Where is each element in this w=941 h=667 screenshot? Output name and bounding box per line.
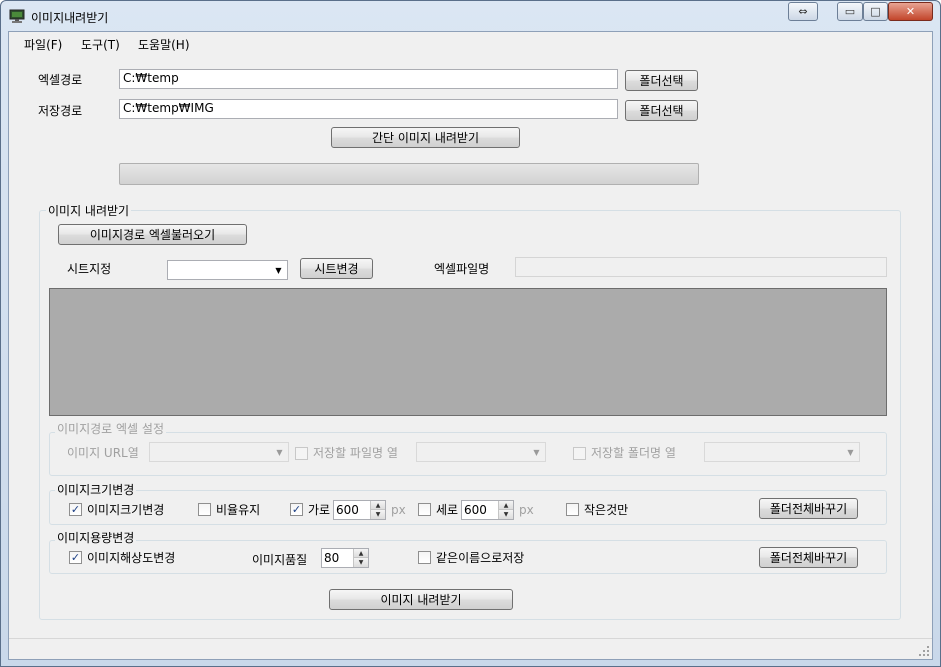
spin-up-icon[interactable]: ▲ [498, 501, 513, 510]
progress-bar [119, 163, 699, 185]
menu-bar: 파일(F) 도구(T) 도움말(H) [9, 32, 932, 54]
excel-filename-label: 엑셀파일명 [434, 262, 490, 276]
resize-group-title: 이미지크기변경 [55, 481, 137, 498]
same-name-checkbox[interactable] [418, 551, 431, 564]
title-bar[interactable]: 이미지내려받기 ⇔ ▭ □ ✕ [1, 1, 940, 31]
data-grid[interactable] [49, 288, 887, 416]
restore-wide-button[interactable]: ⇔ [788, 2, 818, 21]
filename-col-label: 저장할 파일명 열 [313, 446, 398, 460]
folder-col-select[interactable]: ▼ [704, 442, 860, 462]
save-path-input[interactable]: C:₩temp₩IMG [119, 99, 618, 119]
resize-grip-icon[interactable] [918, 645, 930, 657]
height-px-unit: px [519, 503, 534, 517]
download-button[interactable]: 이미지 내려받기 [329, 589, 513, 610]
url-col-select[interactable]: ▼ [149, 442, 289, 462]
same-name-label: 같은이름으로저장 [436, 551, 525, 565]
resolution-checkbox[interactable]: ✓ [69, 551, 82, 564]
menu-help[interactable]: 도움말(H) [138, 36, 190, 53]
sheet-select[interactable]: ▼ [167, 260, 288, 280]
width-value: 600 [336, 503, 359, 517]
resolution-label: 이미지해상도변경 [87, 551, 176, 565]
keep-ratio-label: 비율유지 [216, 503, 261, 517]
download-group-title: 이미지 내려받기 [46, 202, 132, 219]
load-excel-button[interactable]: 이미지경로 엑셀불러오기 [58, 224, 247, 245]
chevron-down-icon: ▼ [275, 265, 282, 275]
height-label: 세로 [436, 503, 459, 517]
quality-folder-all-button[interactable]: 폴더전체바꾸기 [759, 547, 858, 568]
minimize-button[interactable]: ▭ [837, 2, 863, 21]
height-value: 600 [464, 503, 487, 517]
app-icon [9, 9, 25, 23]
resize-label: 이미지크기변경 [87, 503, 165, 517]
spin-up-icon[interactable]: ▲ [353, 549, 368, 558]
excel-settings-title: 이미지경로 엑셀 설정 [55, 420, 166, 437]
width-stepper[interactable]: 600 ▲ ▼ [333, 500, 386, 520]
height-stepper[interactable]: 600 ▲ ▼ [461, 500, 514, 520]
url-col-label: 이미지 URL열 [67, 446, 139, 460]
filename-col-checkbox[interactable] [295, 447, 308, 460]
sheet-label: 시트지정 [67, 262, 112, 276]
excel-filename-field [515, 257, 887, 277]
spin-down-icon[interactable]: ▼ [370, 510, 385, 519]
spin-up-icon[interactable]: ▲ [370, 501, 385, 510]
excel-folder-select-button[interactable]: 폴더선택 [625, 70, 698, 91]
keep-ratio-checkbox[interactable] [198, 503, 211, 516]
excel-path-input[interactable]: C:₩temp [119, 69, 618, 89]
menu-file[interactable]: 파일(F) [24, 36, 62, 53]
close-button[interactable]: ✕ [888, 2, 933, 21]
client-area: 파일(F) 도구(T) 도움말(H) 엑셀경로 C:₩temp 폴더선택 저장경… [8, 31, 933, 660]
height-checkbox[interactable] [418, 503, 431, 516]
chevron-down-icon: ▼ [533, 447, 540, 457]
menu-tools[interactable]: 도구(T) [81, 36, 120, 53]
spin-down-icon[interactable]: ▼ [353, 558, 368, 567]
resize-checkbox[interactable]: ✓ [69, 503, 82, 516]
status-bar [9, 638, 932, 659]
app-window: 이미지내려받기 ⇔ ▭ □ ✕ 파일(F) 도구(T) 도움말(H) 엑셀경로 … [0, 0, 941, 667]
folder-col-checkbox[interactable] [573, 447, 586, 460]
width-px-unit: px [391, 503, 406, 517]
folder-col-label: 저장할 폴더명 열 [591, 446, 676, 460]
chevron-down-icon: ▼ [276, 447, 283, 457]
maximize-button[interactable]: □ [863, 2, 888, 21]
simple-download-button[interactable]: 간단 이미지 내려받기 [331, 127, 520, 148]
quality-value: 80 [324, 551, 340, 565]
spin-down-icon[interactable]: ▼ [498, 510, 513, 519]
save-folder-select-button[interactable]: 폴더선택 [625, 100, 698, 121]
save-path-label: 저장경로 [38, 104, 83, 118]
sheet-change-button[interactable]: 시트변경 [300, 258, 373, 279]
width-checkbox[interactable]: ✓ [290, 503, 303, 516]
resize-folder-all-button[interactable]: 폴더전체바꾸기 [759, 498, 858, 519]
window-title: 이미지내려받기 [31, 11, 109, 25]
chevron-down-icon: ▼ [847, 447, 854, 457]
small-only-checkbox[interactable] [566, 503, 579, 516]
excel-path-label: 엑셀경로 [38, 73, 83, 87]
filename-col-select[interactable]: ▼ [416, 442, 546, 462]
quality-stepper[interactable]: 80 ▲ ▼ [321, 548, 369, 568]
width-label: 가로 [308, 503, 331, 517]
quality-label: 이미지품질 [252, 553, 308, 567]
small-only-label: 작은것만 [584, 503, 629, 517]
quality-group-title: 이미지용량변경 [55, 529, 137, 546]
